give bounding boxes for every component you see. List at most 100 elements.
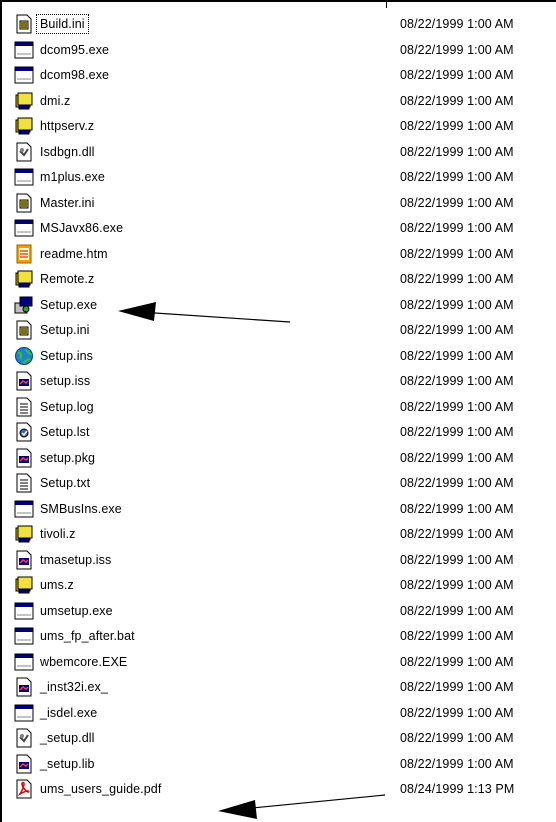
- file-row[interactable]: _isdel.exe 08/22/1999 1:00 AM: [14, 701, 556, 727]
- file-name[interactable]: _isdel.exe: [40, 705, 97, 721]
- file-modified-date: 08/22/1999 1:00 AM: [400, 578, 514, 592]
- file-modified-date: 08/22/1999 1:00 AM: [400, 603, 514, 618]
- file-row[interactable]: Setup.exe 08/22/1999 1:00 AM: [14, 293, 556, 319]
- file-row[interactable]: ums_users_guide.pdf 08/24/1999 1:13 PM: [14, 777, 556, 803]
- file-modified-date: 08/22/1999 1:00 AM: [400, 144, 514, 159]
- file-modified-date: 08/22/1999 1:00 AM: [400, 297, 514, 312]
- file-modified-date: 08/22/1999 1:00 AM: [400, 552, 514, 567]
- archive-z-icon: [14, 524, 34, 544]
- file-name[interactable]: Build.ini: [36, 14, 89, 34]
- htm-file-icon: [14, 244, 34, 264]
- file-row[interactable]: SMBusIns.exe 08/22/1999 1:00 AM: [14, 497, 556, 523]
- file-row[interactable]: umsetup.exe 08/22/1999 1:00 AM: [14, 599, 556, 625]
- file-name[interactable]: umsetup.exe: [40, 603, 113, 619]
- column-divider[interactable]: [386, 0, 387, 8]
- file-modified-date: 08/22/1999 1:00 AM: [400, 17, 514, 31]
- dll-file-icon: [14, 142, 34, 162]
- ini-file-icon: [14, 14, 34, 34]
- file-name[interactable]: setup.pkg: [40, 450, 95, 466]
- file-list: Build.ini 08/22/1999 1:00 AM dcom95.exe 08/…: [14, 12, 556, 803]
- file-name[interactable]: m1plus.exe: [40, 169, 105, 185]
- file-name[interactable]: dcom98.exe: [40, 67, 109, 83]
- file-name[interactable]: Setup.lst: [40, 424, 90, 440]
- exe-window-icon: [14, 40, 34, 60]
- file-name[interactable]: Setup.exe: [40, 297, 97, 313]
- exe-window-icon: [14, 167, 34, 187]
- file-name[interactable]: httpserv.z: [40, 118, 94, 134]
- file-name[interactable]: _inst32i.ex_: [40, 679, 108, 695]
- iss-file-icon: [14, 754, 34, 774]
- archive-z-icon: [14, 116, 34, 136]
- file-row[interactable]: MSJavx86.exe 08/22/1999 1:00 AM: [14, 216, 556, 242]
- file-name[interactable]: Setup.txt: [40, 475, 90, 491]
- file-row[interactable]: dcom98.exe 08/22/1999 1:00 AM: [14, 63, 556, 89]
- file-name[interactable]: Setup.ini: [40, 322, 90, 338]
- globe-ins-icon: [14, 346, 34, 366]
- column-header-bar: [0, 0, 556, 8]
- file-name[interactable]: MSJavx86.exe: [40, 220, 123, 236]
- file-modified-date: 08/22/1999 1:00 AM: [400, 374, 514, 388]
- exe-window-icon: [14, 626, 34, 646]
- file-row[interactable]: m1plus.exe 08/22/1999 1:00 AM: [14, 165, 556, 191]
- exe-window-icon: [14, 703, 34, 723]
- file-modified-date: 08/22/1999 1:00 AM: [400, 399, 514, 414]
- file-name[interactable]: _setup.lib: [40, 756, 95, 772]
- iss-file-icon: [14, 371, 34, 391]
- file-name[interactable]: readme.htm: [40, 246, 108, 262]
- setup-exe-icon: [14, 295, 34, 315]
- file-name[interactable]: ums_fp_after.bat: [40, 628, 135, 644]
- file-name[interactable]: Isdbgn.dll: [40, 144, 95, 160]
- file-row[interactable]: dcom95.exe 08/22/1999 1:00 AM: [14, 38, 556, 64]
- file-modified-date: 08/22/1999 1:00 AM: [400, 272, 514, 286]
- file-modified-date: 08/22/1999 1:00 AM: [400, 42, 514, 57]
- file-name[interactable]: Setup.ins: [40, 348, 93, 364]
- file-name[interactable]: ums.z: [40, 577, 74, 593]
- file-name[interactable]: tivoli.z: [40, 526, 76, 542]
- file-name[interactable]: ums_users_guide.pdf: [40, 781, 161, 797]
- file-modified-date: 08/24/1999 1:13 PM: [400, 782, 515, 796]
- file-name[interactable]: Master.ini: [40, 195, 95, 211]
- file-row[interactable]: Setup.ini 08/22/1999 1:00 AM: [14, 318, 556, 344]
- file-name[interactable]: _setup.dll: [40, 730, 95, 746]
- file-row[interactable]: Setup.txt 08/22/1999 1:00 AM: [14, 471, 556, 497]
- file-modified-date: 08/22/1999 1:00 AM: [400, 705, 514, 720]
- file-row[interactable]: Remote.z 08/22/1999 1:00 AM: [14, 267, 556, 293]
- file-row[interactable]: _inst32i.ex_ 08/22/1999 1:00 AM: [14, 675, 556, 701]
- file-row[interactable]: Master.ini 08/22/1999 1:00 AM: [14, 191, 556, 217]
- file-row[interactable]: httpserv.z 08/22/1999 1:00 AM: [14, 114, 556, 140]
- list-left-border: [0, 0, 2, 822]
- file-row[interactable]: dmi.z 08/22/1999 1:00 AM: [14, 89, 556, 115]
- file-name[interactable]: dcom95.exe: [40, 42, 109, 58]
- file-row[interactable]: Setup.lst 08/22/1999 1:00 AM: [14, 420, 556, 446]
- file-modified-date: 08/22/1999 1:00 AM: [400, 425, 514, 439]
- file-row[interactable]: ums.z 08/22/1999 1:00 AM: [14, 573, 556, 599]
- file-row[interactable]: _setup.dll 08/22/1999 1:00 AM: [14, 726, 556, 752]
- file-row[interactable]: Setup.ins 08/22/1999 1:00 AM: [14, 344, 556, 370]
- file-modified-date: 08/22/1999 1:00 AM: [400, 680, 514, 694]
- file-modified-date: 08/22/1999 1:00 AM: [400, 629, 514, 643]
- file-row[interactable]: readme.htm 08/22/1999 1:00 AM: [14, 242, 556, 268]
- file-row[interactable]: wbemcore.EXE 08/22/1999 1:00 AM: [14, 650, 556, 676]
- file-name[interactable]: Setup.log: [40, 399, 94, 415]
- file-name[interactable]: wbemcore.EXE: [40, 654, 127, 670]
- file-name[interactable]: SMBusIns.exe: [40, 501, 122, 517]
- file-name[interactable]: dmi.z: [40, 93, 70, 109]
- file-row[interactable]: ums_fp_after.bat 08/22/1999 1:00 AM: [14, 624, 556, 650]
- file-name[interactable]: tmasetup.iss: [40, 552, 111, 568]
- file-row[interactable]: Build.ini 08/22/1999 1:00 AM: [14, 12, 556, 38]
- file-name[interactable]: Remote.z: [40, 271, 94, 287]
- file-modified-date: 08/22/1999 1:00 AM: [400, 195, 514, 210]
- file-row[interactable]: Isdbgn.dll 08/22/1999 1:00 AM: [14, 140, 556, 166]
- file-row[interactable]: tmasetup.iss 08/22/1999 1:00 AM: [14, 548, 556, 574]
- iss-file-icon: [14, 677, 34, 697]
- file-row[interactable]: _setup.lib 08/22/1999 1:00 AM: [14, 752, 556, 778]
- file-name[interactable]: setup.iss: [40, 373, 90, 389]
- iss-file-icon: [14, 550, 34, 570]
- file-row[interactable]: setup.pkg 08/22/1999 1:00 AM: [14, 446, 556, 472]
- file-row[interactable]: tivoli.z 08/22/1999 1:00 AM: [14, 522, 556, 548]
- file-modified-date: 08/22/1999 1:00 AM: [400, 68, 514, 82]
- file-modified-date: 08/22/1999 1:00 AM: [400, 246, 514, 261]
- file-modified-date: 08/22/1999 1:00 AM: [400, 348, 514, 363]
- file-row[interactable]: Setup.log 08/22/1999 1:00 AM: [14, 395, 556, 421]
- file-row[interactable]: setup.iss 08/22/1999 1:00 AM: [14, 369, 556, 395]
